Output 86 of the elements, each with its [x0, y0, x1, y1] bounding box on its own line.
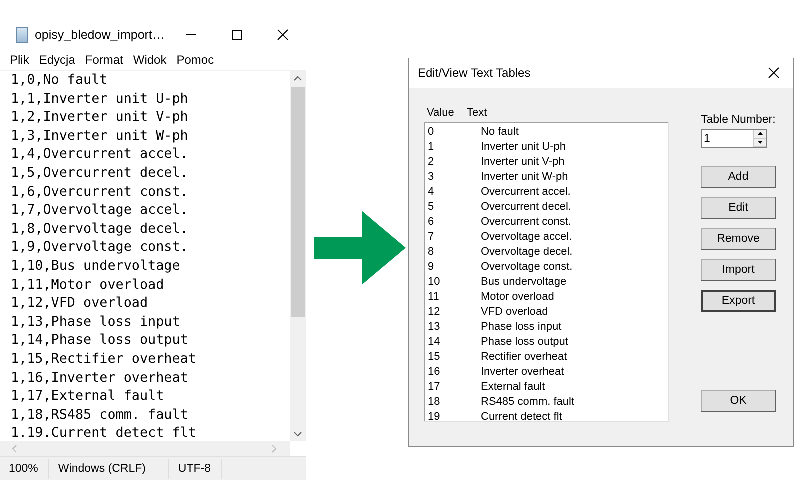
list-value: 5: [427, 200, 436, 215]
dialog-button[interactable]: Edit: [701, 197, 776, 219]
dialog-button[interactable]: Import: [701, 259, 776, 281]
list-value: 15: [427, 350, 442, 365]
dialog-button[interactable]: Export: [701, 290, 776, 312]
list-value: 2: [427, 155, 436, 170]
text-line: 1,2,Inverter unit V-ph: [11, 109, 190, 128]
text-line: 1,17,External fault: [11, 388, 166, 406]
document-icon: [16, 27, 28, 43]
text-line: 1.19.Current detect flt: [11, 425, 198, 441]
status-text: Windows (CRLF): [49, 458, 170, 478]
list-value: 17: [427, 380, 442, 395]
scroll-thumb[interactable]: [291, 87, 305, 317]
text-line: 1,9,Overvoltage const.: [11, 239, 190, 258]
list-value: 16: [427, 365, 442, 380]
menu-item[interactable]: Edycja: [34, 53, 80, 67]
list-text: RS485 comm. fault: [481, 395, 575, 410]
text-line: 1,3,Inverter unit W-ph: [11, 128, 190, 146]
text-line: 1,5,Overcurrent decel.: [11, 164, 190, 183]
text-line: 1,8,Overvoltage decel.: [11, 220, 190, 239]
text-line: 1,6,Overcurrent const.: [11, 184, 190, 202]
list-value: 13: [427, 320, 442, 335]
list-value: 6: [427, 215, 436, 230]
text-line: 1,0,No fault: [11, 72, 109, 90]
list-text: Current detect flt: [481, 410, 562, 421]
list-value: 3: [427, 170, 436, 185]
list-text: Rectifier overheat: [481, 350, 568, 365]
list-value: 12: [427, 305, 442, 320]
list-text: Overcurrent const.: [481, 215, 572, 230]
status-text: UTF-8: [169, 458, 222, 478]
right-arrow-icon: [314, 211, 406, 285]
menu-item[interactable]: Format: [80, 53, 128, 67]
list-text: External fault: [481, 380, 546, 395]
list-text: Overvoltage decel.: [481, 245, 573, 260]
text-line: 1,11,Motor overload: [11, 276, 166, 295]
list-text: No fault: [481, 125, 519, 140]
list-value: 9: [427, 260, 436, 275]
text-line: 1,16,Inverter overheat: [11, 370, 190, 388]
list-text: Inverter unit V-ph: [481, 155, 565, 170]
list-value: 10: [427, 275, 442, 290]
status-text: 100%: [0, 458, 50, 478]
ok-button[interactable]: OK: [701, 390, 776, 412]
list-value: 8: [427, 245, 436, 260]
list-text: Phase loss input: [481, 320, 562, 335]
menu-item[interactable]: Pomoc: [172, 53, 220, 67]
dialog-button[interactable]: Add: [701, 166, 776, 188]
text-line: 1,4,Overcurrent accel.: [11, 146, 190, 164]
list-text: VFD overload: [481, 305, 548, 320]
text-line: 1,1,Inverter unit U-ph: [11, 90, 190, 109]
list-value: 19: [427, 410, 442, 421]
field-label: Table Number:: [701, 114, 776, 126]
text-line: 1,14,Phase loss output: [11, 332, 190, 350]
list-text: Bus undervoltage: [481, 275, 567, 290]
list-value: 7: [427, 230, 436, 245]
text-line: 1,18,RS485 comm. fault: [11, 406, 190, 425]
table-number-spinner[interactable]: 1: [701, 129, 767, 148]
list-value: 0: [427, 125, 436, 140]
list-text: Inverter unit W-ph: [481, 170, 568, 185]
text-line: 1,13,Phase loss input: [11, 314, 182, 332]
text-line: 1,15,Rectifier overheat: [11, 350, 198, 369]
text-line: 1,10,Bus undervoltage: [11, 258, 182, 276]
list-text: Overvoltage const.: [481, 260, 573, 275]
text-line: 1,12,VFD overload: [11, 295, 150, 314]
list-text: Phase loss output: [481, 335, 568, 350]
list-text: Overvoltage accel.: [481, 230, 572, 245]
list-text: Overcurrent decel.: [481, 200, 572, 215]
list-value: 11: [427, 290, 440, 305]
dialog-button[interactable]: Remove: [701, 228, 776, 250]
menu-item[interactable]: Widok: [128, 53, 172, 67]
dialog-title: Edit/View Text Tables: [418, 66, 532, 80]
column-header: Text: [467, 107, 488, 119]
window-title: opisy_bledow_import…: [34, 28, 166, 42]
spin-up-icon[interactable]: [754, 130, 766, 138]
vertical-scrollbar[interactable]: [290, 71, 306, 441]
column-header: Value: [426, 107, 456, 119]
list-text: Inverter overheat: [481, 365, 564, 380]
list-box[interactable]: [424, 122, 669, 422]
list-text: Motor overload: [481, 290, 554, 305]
text-line: 1,7,Overvoltage accel.: [11, 202, 190, 220]
list-text: Inverter unit U-ph: [481, 140, 566, 155]
list-text: Overcurrent accel.: [481, 185, 571, 200]
list-value: 14: [427, 335, 442, 350]
list-value: 18: [427, 395, 442, 410]
list-value: 1: [427, 140, 436, 155]
menu-item[interactable]: Plik: [5, 53, 34, 67]
list-value: 4: [427, 185, 436, 200]
